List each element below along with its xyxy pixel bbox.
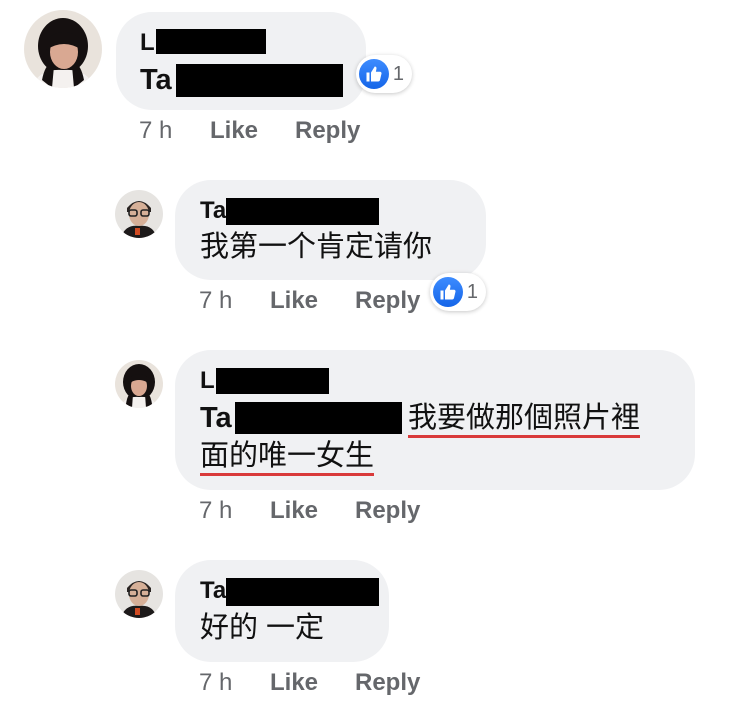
redaction-block	[235, 402, 402, 434]
reply-button[interactable]: Reply	[355, 497, 420, 524]
reaction-badge[interactable]: 1	[430, 273, 486, 311]
like-button[interactable]: Like	[270, 497, 318, 524]
comment-meta: 7 h	[139, 117, 172, 145]
comment-author[interactable]: Ta	[200, 198, 226, 224]
comment-text: Ta	[200, 400, 232, 436]
comment-time[interactable]: 7 h	[199, 497, 232, 524]
redaction-block	[156, 29, 266, 54]
mentioned-name[interactable]: Ta	[200, 402, 232, 434]
mentioned-name[interactable]: Ta	[140, 64, 172, 96]
avatar-commenter-4[interactable]	[115, 570, 163, 618]
like-button[interactable]: Like	[210, 117, 258, 144]
comment-author[interactable]: L	[140, 30, 155, 56]
comment-time[interactable]: 7 h	[199, 669, 232, 696]
avatar-commenter-2[interactable]	[115, 190, 163, 238]
redaction-block	[216, 368, 329, 394]
comment-author[interactable]: Ta	[200, 578, 226, 604]
thumbs-up-icon	[433, 277, 463, 307]
underlined-text: 我要做那個照片裡	[408, 402, 641, 438]
underlined-text: 面的唯一女生	[200, 440, 375, 476]
redaction-block	[226, 198, 379, 225]
comment-time[interactable]: 7 h	[139, 117, 172, 144]
comment-text: 我第一个肯定请你	[200, 231, 433, 263]
reply-button[interactable]: Reply	[295, 117, 360, 144]
reaction-count: 1	[392, 63, 404, 85]
comment-text: 好的 一定	[200, 612, 325, 644]
like-button[interactable]: Like	[270, 287, 318, 314]
comment-text-line-1: 我要做那個照片裡	[408, 400, 641, 438]
comment-text: Ta	[140, 62, 172, 98]
comment-text-line-2: 面的唯一女生	[200, 438, 375, 476]
reaction-badge[interactable]: 1	[356, 55, 412, 93]
redaction-block	[176, 64, 343, 97]
avatar-commenter-1[interactable]	[24, 10, 102, 88]
reply-button[interactable]: Reply	[355, 287, 420, 314]
thumbs-up-icon	[359, 59, 389, 89]
avatar-commenter-3[interactable]	[115, 360, 163, 408]
like-button[interactable]: Like	[270, 669, 318, 696]
redaction-block	[226, 578, 379, 606]
reply-button[interactable]: Reply	[355, 669, 420, 696]
comment-author[interactable]: L	[200, 368, 215, 394]
reaction-count: 1	[466, 281, 478, 303]
comment-time[interactable]: 7 h	[199, 287, 232, 314]
